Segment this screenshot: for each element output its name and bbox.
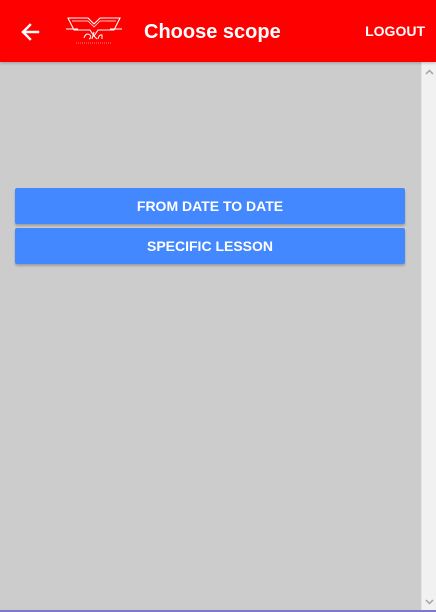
- app-bar: Choose scope LOGOUT: [0, 0, 436, 62]
- vertical-scrollbar[interactable]: [421, 62, 436, 610]
- scroll-up-arrow-icon[interactable]: [422, 64, 436, 80]
- specific-lesson-button[interactable]: SPECIFIC LESSON: [15, 228, 405, 264]
- main-content: FROM DATE TO DATE SPECIFIC LESSON: [0, 62, 421, 610]
- from-date-to-date-button[interactable]: FROM DATE TO DATE: [15, 188, 405, 224]
- scroll-down-arrow-icon[interactable]: [422, 594, 436, 610]
- akn-logo: [66, 17, 122, 44]
- back-button[interactable]: [14, 16, 46, 48]
- page-title: Choose scope: [144, 21, 281, 43]
- arrow-left-icon: [21, 23, 40, 41]
- logout-button[interactable]: LOGOUT: [365, 20, 425, 42]
